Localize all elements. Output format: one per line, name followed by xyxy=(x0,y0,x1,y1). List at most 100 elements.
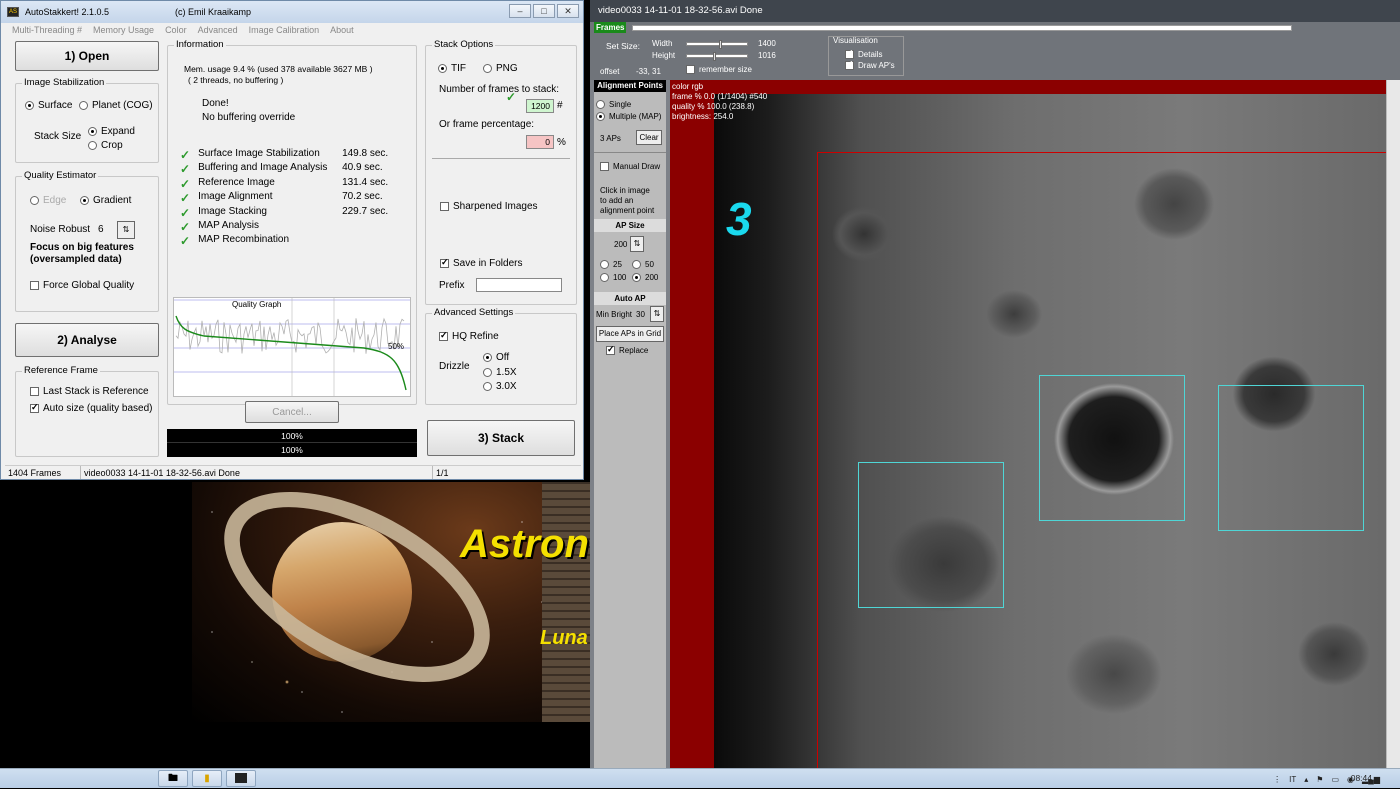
height-slider[interactable] xyxy=(686,52,748,61)
check-icon: ✓ xyxy=(180,234,191,249)
desktop-wallpaper: Astron Luna xyxy=(192,482,592,722)
planet-cog-radio[interactable]: Planet (COG) xyxy=(79,100,153,111)
ap-size-50-radio[interactable]: 50 xyxy=(632,260,654,270)
frame-percentage-input[interactable]: 0 xyxy=(526,135,554,149)
status-bar: 1404 Frames video0033 14-11-01 18-32-56.… xyxy=(5,465,581,479)
maximize-button[interactable]: □ xyxy=(533,4,555,18)
vertical-scrollbar[interactable] xyxy=(1386,80,1400,768)
remember-size-checkbox[interactable]: remember size xyxy=(686,65,752,75)
alignment-point-box[interactable] xyxy=(858,462,1004,608)
details-checkbox[interactable]: Details xyxy=(845,48,882,60)
menu-multithreading[interactable]: Multi-Threading # xyxy=(12,25,82,35)
menu-color[interactable]: Color xyxy=(165,25,187,35)
ap-size-25-radio[interactable]: 25 xyxy=(600,260,622,270)
graph-title: Quality Graph xyxy=(232,300,281,309)
ap-size-stepper-icon[interactable]: ⇅ xyxy=(630,236,644,252)
sharpened-images-checkbox[interactable]: Sharpened Images xyxy=(440,201,538,212)
video-title[interactable]: video0033 14-11-01 18-32-56.avi Done xyxy=(590,0,1400,22)
drizzle-off-radio[interactable]: Off xyxy=(483,352,509,363)
alignment-point-box[interactable] xyxy=(1218,385,1364,531)
advanced-settings-group: Advanced Settings HQ Refine Drizzle Off … xyxy=(425,307,577,405)
frames-slider[interactable] xyxy=(632,25,1292,31)
alignment-point-box[interactable] xyxy=(1039,375,1185,521)
auto-ap-header: Auto AP xyxy=(594,292,666,305)
check-icon: ✓ xyxy=(180,162,191,177)
status-page: 1/1 xyxy=(436,468,449,478)
annotation-number: 3 xyxy=(726,193,752,245)
last-stack-reference-checkbox[interactable]: Last Stack is Reference xyxy=(30,386,149,397)
drizzle-3-0x-radio[interactable]: 3.0X xyxy=(483,381,517,392)
min-bright-label: Min Bright xyxy=(596,310,633,319)
close-button[interactable]: ✕ xyxy=(557,4,579,18)
minimize-button[interactable]: – xyxy=(509,4,531,18)
gradient-radio[interactable]: Gradient xyxy=(80,195,131,206)
width-slider[interactable] xyxy=(686,40,748,49)
explorer-taskbar-icon[interactable]: 🖿 xyxy=(158,770,188,787)
stack-options-group: Stack Options TIF PNG Number of frames t… xyxy=(425,39,577,305)
divider xyxy=(432,158,570,159)
frames-to-stack-input[interactable]: 1200 xyxy=(526,99,554,113)
moon-surface-image[interactable] xyxy=(714,94,1386,768)
frames-label: Frames xyxy=(594,22,626,33)
autostakkert-taskbar-icon[interactable] xyxy=(226,770,256,787)
folder-taskbar-icon[interactable]: ▮ xyxy=(192,770,222,787)
title-bar[interactable]: AS AutoStakkert! 2.1.0.5 (c) Emil Kraaik… xyxy=(1,1,583,23)
language-indicator[interactable]: IT xyxy=(1289,775,1296,784)
up-arrow-icon[interactable]: ▴ xyxy=(1304,775,1308,784)
quality-estimator-group: Quality Estimator Edge Gradient Noise Ro… xyxy=(15,170,159,312)
multiple-map-radio[interactable]: Multiple (MAP) xyxy=(596,112,661,122)
width-label: Width xyxy=(652,39,673,48)
clear-button[interactable]: Clear xyxy=(636,130,662,145)
list-item: ✓ MAP Analysis xyxy=(180,219,260,234)
prefix-input[interactable] xyxy=(476,278,562,292)
video-image-area[interactable]: color rgb frame % 0.0 (1/1404) #540 qual… xyxy=(670,80,1386,768)
menu-advanced[interactable]: Advanced xyxy=(198,25,238,35)
surface-radio[interactable]: Surface xyxy=(25,100,72,111)
taskbar: 🖿 ▮ ⋮ IT ▴ ⚑ ▭ ◉ ▂▄▆ 08:44 xyxy=(0,768,1400,788)
place-aps-in-grid-button[interactable]: Place APs in Grid xyxy=(596,326,664,342)
save-in-folders-checkbox[interactable]: Save in Folders xyxy=(440,257,522,269)
stack-button[interactable]: 3) Stack xyxy=(427,420,575,456)
expand-radio[interactable]: Expand xyxy=(88,126,135,137)
open-button[interactable]: 1) Open xyxy=(15,41,159,71)
buffer-override-text: No buffering override xyxy=(202,112,296,123)
drizzle-1-5x-radio[interactable]: 1.5X xyxy=(483,367,517,378)
png-radio[interactable]: PNG xyxy=(483,63,518,74)
offset-value: -33, 31 xyxy=(636,67,661,76)
progress-text-2: 100% xyxy=(281,445,303,455)
cancel-button[interactable]: Cancel... xyxy=(245,401,339,423)
alignment-points-header: Alignment Points xyxy=(594,80,666,92)
frames-to-stack-label: Number of frames to stack: xyxy=(439,84,560,95)
force-global-quality-checkbox[interactable]: Force Global Quality xyxy=(30,280,134,291)
menu-about[interactable]: About xyxy=(330,25,354,35)
auto-size-checkbox[interactable]: Auto size (quality based) xyxy=(30,402,153,414)
display-icon[interactable]: ▭ xyxy=(1331,775,1339,784)
menu-memory-usage[interactable]: Memory Usage xyxy=(93,25,154,35)
check-icon: ✓ xyxy=(180,191,191,206)
ap-size-100-radio[interactable]: 100 xyxy=(600,273,626,283)
author-text: (c) Emil Kraaikamp xyxy=(175,7,252,17)
noise-stepper-icon[interactable]: ⇅ xyxy=(117,221,135,239)
frame-count: 1404 Frames xyxy=(5,466,81,479)
edge-radio[interactable]: Edge xyxy=(30,195,66,206)
crop-radio[interactable]: Crop xyxy=(88,140,123,151)
tif-radio[interactable]: TIF xyxy=(438,63,466,74)
replace-checkbox[interactable]: Replace xyxy=(606,344,648,356)
menu-image-calibration[interactable]: Image Calibration xyxy=(249,25,320,35)
list-item: ✓ MAP Recombination xyxy=(180,234,290,249)
check-icon: ✓ xyxy=(180,219,191,234)
single-radio[interactable]: Single xyxy=(596,100,631,110)
min-bright-stepper-icon[interactable]: ⇅ xyxy=(650,306,664,322)
progress-text-1: 100% xyxy=(167,429,417,443)
reference-frame-group: Reference Frame Last Stack is Reference … xyxy=(15,365,159,457)
ap-size-200-radio[interactable]: 200 xyxy=(632,273,658,283)
manual-draw-checkbox[interactable]: Manual Draw xyxy=(600,162,660,172)
hq-refine-checkbox[interactable]: HQ Refine xyxy=(439,330,499,342)
app-icon: AS xyxy=(7,7,19,17)
analyse-button[interactable]: 2) Analyse xyxy=(15,323,159,357)
flag-icon[interactable]: ⚑ xyxy=(1316,775,1323,784)
clock[interactable]: 08:44 xyxy=(1351,773,1372,783)
draw-aps-checkbox[interactable]: Draw AP's xyxy=(845,59,895,71)
wallpaper-subtitle: Luna xyxy=(540,627,588,649)
app-title: AutoStakkert! 2.1.0.5 xyxy=(25,7,110,17)
